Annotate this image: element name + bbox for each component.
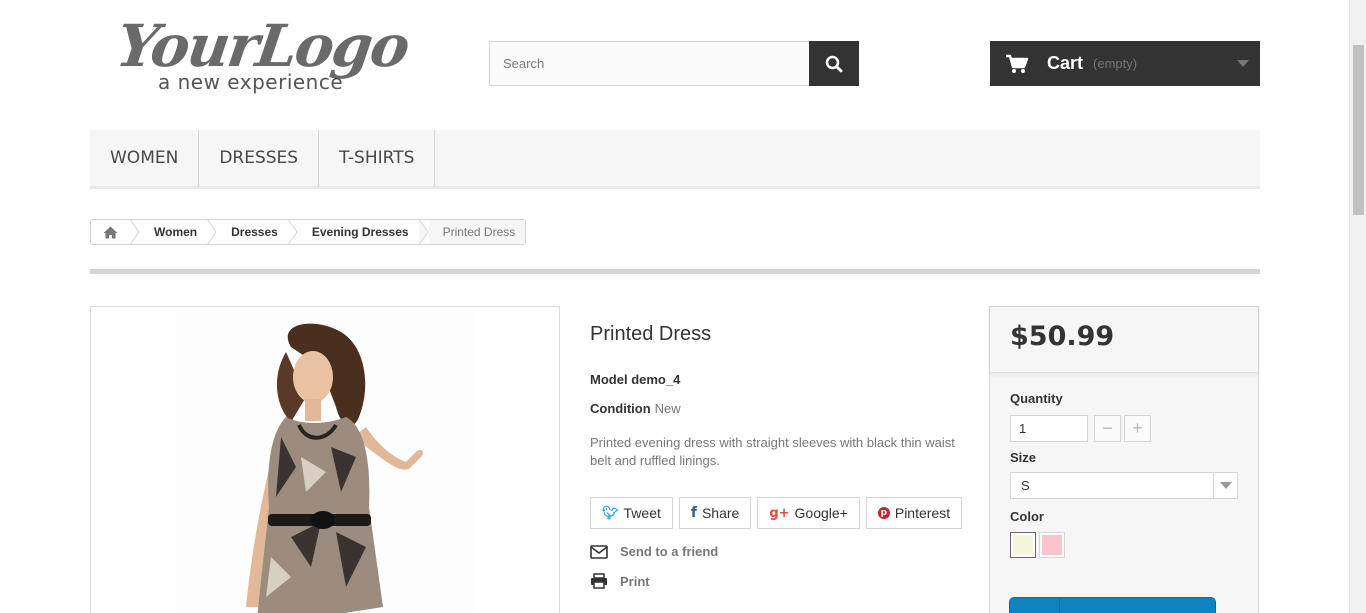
- product-image[interactable]: [90, 306, 560, 613]
- breadcrumb-separator: [130, 219, 140, 245]
- plus-icon: +: [1132, 418, 1143, 438]
- print-link[interactable]: Print: [590, 573, 650, 589]
- facebook-icon: f: [690, 505, 697, 521]
- twitter-icon: 🐦︎: [602, 505, 619, 521]
- breadcrumb: Women Dresses Evening Dresses Printed Dr…: [90, 219, 527, 245]
- quantity-input[interactable]: [1010, 415, 1088, 442]
- breadcrumb-women[interactable]: Women: [140, 220, 207, 244]
- menu-item-dresses[interactable]: DRESSES: [199, 130, 320, 186]
- tweet-button[interactable]: 🐦︎ Tweet: [590, 497, 673, 529]
- increase-quantity-button[interactable]: +: [1124, 415, 1151, 442]
- size-selected-value: S: [1021, 478, 1030, 493]
- page-scrollbar[interactable]: [1349, 0, 1366, 613]
- breadcrumb-evening-dresses[interactable]: Evening Dresses: [298, 220, 419, 244]
- social-share: 🐦︎ Tweet f Share g+ Google+ p Pinterest: [590, 497, 968, 529]
- logo-tagline: a new experience: [158, 70, 344, 94]
- tweet-label: Tweet: [623, 505, 661, 521]
- product-description: Printed evening dress with straight slee…: [590, 435, 955, 468]
- breadcrumb-current: Printed Dress: [428, 220, 526, 244]
- cart-button[interactable]: Cart (empty): [990, 41, 1260, 86]
- size-select[interactable]: S: [1010, 472, 1238, 499]
- add-to-cart-button[interactable]: [1009, 597, 1216, 613]
- model-label: Model: [590, 372, 628, 387]
- menu-item-women[interactable]: WOMEN: [90, 130, 200, 186]
- print-label: Print: [620, 573, 650, 589]
- breadcrumb-separator: [207, 219, 217, 245]
- condition-label: Condition: [590, 401, 651, 416]
- cart-status: (empty): [1093, 56, 1138, 71]
- breadcrumb-home[interactable]: [91, 220, 130, 244]
- search-button[interactable]: [809, 41, 859, 86]
- send-to-friend-label: Send to a friend: [620, 544, 719, 559]
- options-area: Quantity − + Size S Color: [990, 373, 1258, 558]
- google-label: Google+: [794, 505, 848, 521]
- product-condition: Condition New: [590, 401, 681, 416]
- envelope-icon: [590, 544, 608, 559]
- shopping-cart-icon: [1006, 54, 1029, 73]
- product-title: Printed Dress: [590, 323, 712, 345]
- google-plus-button[interactable]: g+ Google+: [757, 497, 860, 529]
- swatch-fill: [1013, 535, 1033, 555]
- cart-title: Cart: [1047, 53, 1084, 73]
- breadcrumb-separator: [418, 219, 429, 245]
- search-bar: [489, 41, 859, 86]
- pinterest-icon: p: [877, 507, 890, 519]
- product-photo: [176, 312, 476, 613]
- menu-item-tshirts[interactable]: T-SHIRTS: [319, 130, 436, 186]
- price-area: $50.99: [990, 307, 1258, 373]
- breadcrumb-separator: [287, 219, 298, 245]
- share-label: Share: [701, 505, 740, 521]
- quantity-stepper: − +: [1010, 415, 1238, 442]
- product-price: $50.99: [1010, 321, 1115, 352]
- condition-value: New: [654, 401, 681, 416]
- pinterest-label: Pinterest: [894, 505, 951, 521]
- quantity-label: Quantity: [1010, 391, 1063, 406]
- buy-box: $50.99 Quantity − + Size S Color: [989, 306, 1259, 613]
- color-swatches: [1010, 532, 1238, 558]
- minus-icon: −: [1102, 418, 1113, 438]
- breadcrumb-dresses[interactable]: Dresses: [217, 220, 288, 244]
- color-label: Color: [1010, 509, 1044, 524]
- color-swatch-beige[interactable]: [1010, 532, 1036, 558]
- button-divider: [1059, 598, 1060, 613]
- site-logo[interactable]: YourLogo a new experience: [112, 12, 412, 102]
- facebook-share-button[interactable]: f Share: [678, 497, 752, 529]
- google-plus-icon: g+: [769, 505, 790, 521]
- size-label: Size: [1010, 450, 1037, 465]
- model-value: demo_4: [631, 372, 681, 387]
- section-divider: [90, 269, 1260, 274]
- chevron-down-icon: [1213, 473, 1237, 498]
- color-swatch-pink[interactable]: [1039, 532, 1065, 558]
- pinterest-button[interactable]: p Pinterest: [865, 497, 963, 529]
- send-to-friend-link[interactable]: Send to a friend: [590, 544, 718, 559]
- scrollbar-thumb[interactable]: [1353, 45, 1364, 215]
- chevron-down-icon: [1237, 60, 1249, 67]
- decrease-quantity-button[interactable]: −: [1094, 415, 1121, 442]
- main-menu: WOMEN DRESSES T-SHIRTS: [90, 130, 1260, 189]
- swatch-fill: [1042, 535, 1062, 555]
- printer-icon: [591, 573, 607, 589]
- search-icon: [825, 55, 843, 72]
- product-model: Model demo_4: [590, 372, 680, 387]
- home-icon: [103, 226, 118, 238]
- search-input[interactable]: [489, 41, 809, 86]
